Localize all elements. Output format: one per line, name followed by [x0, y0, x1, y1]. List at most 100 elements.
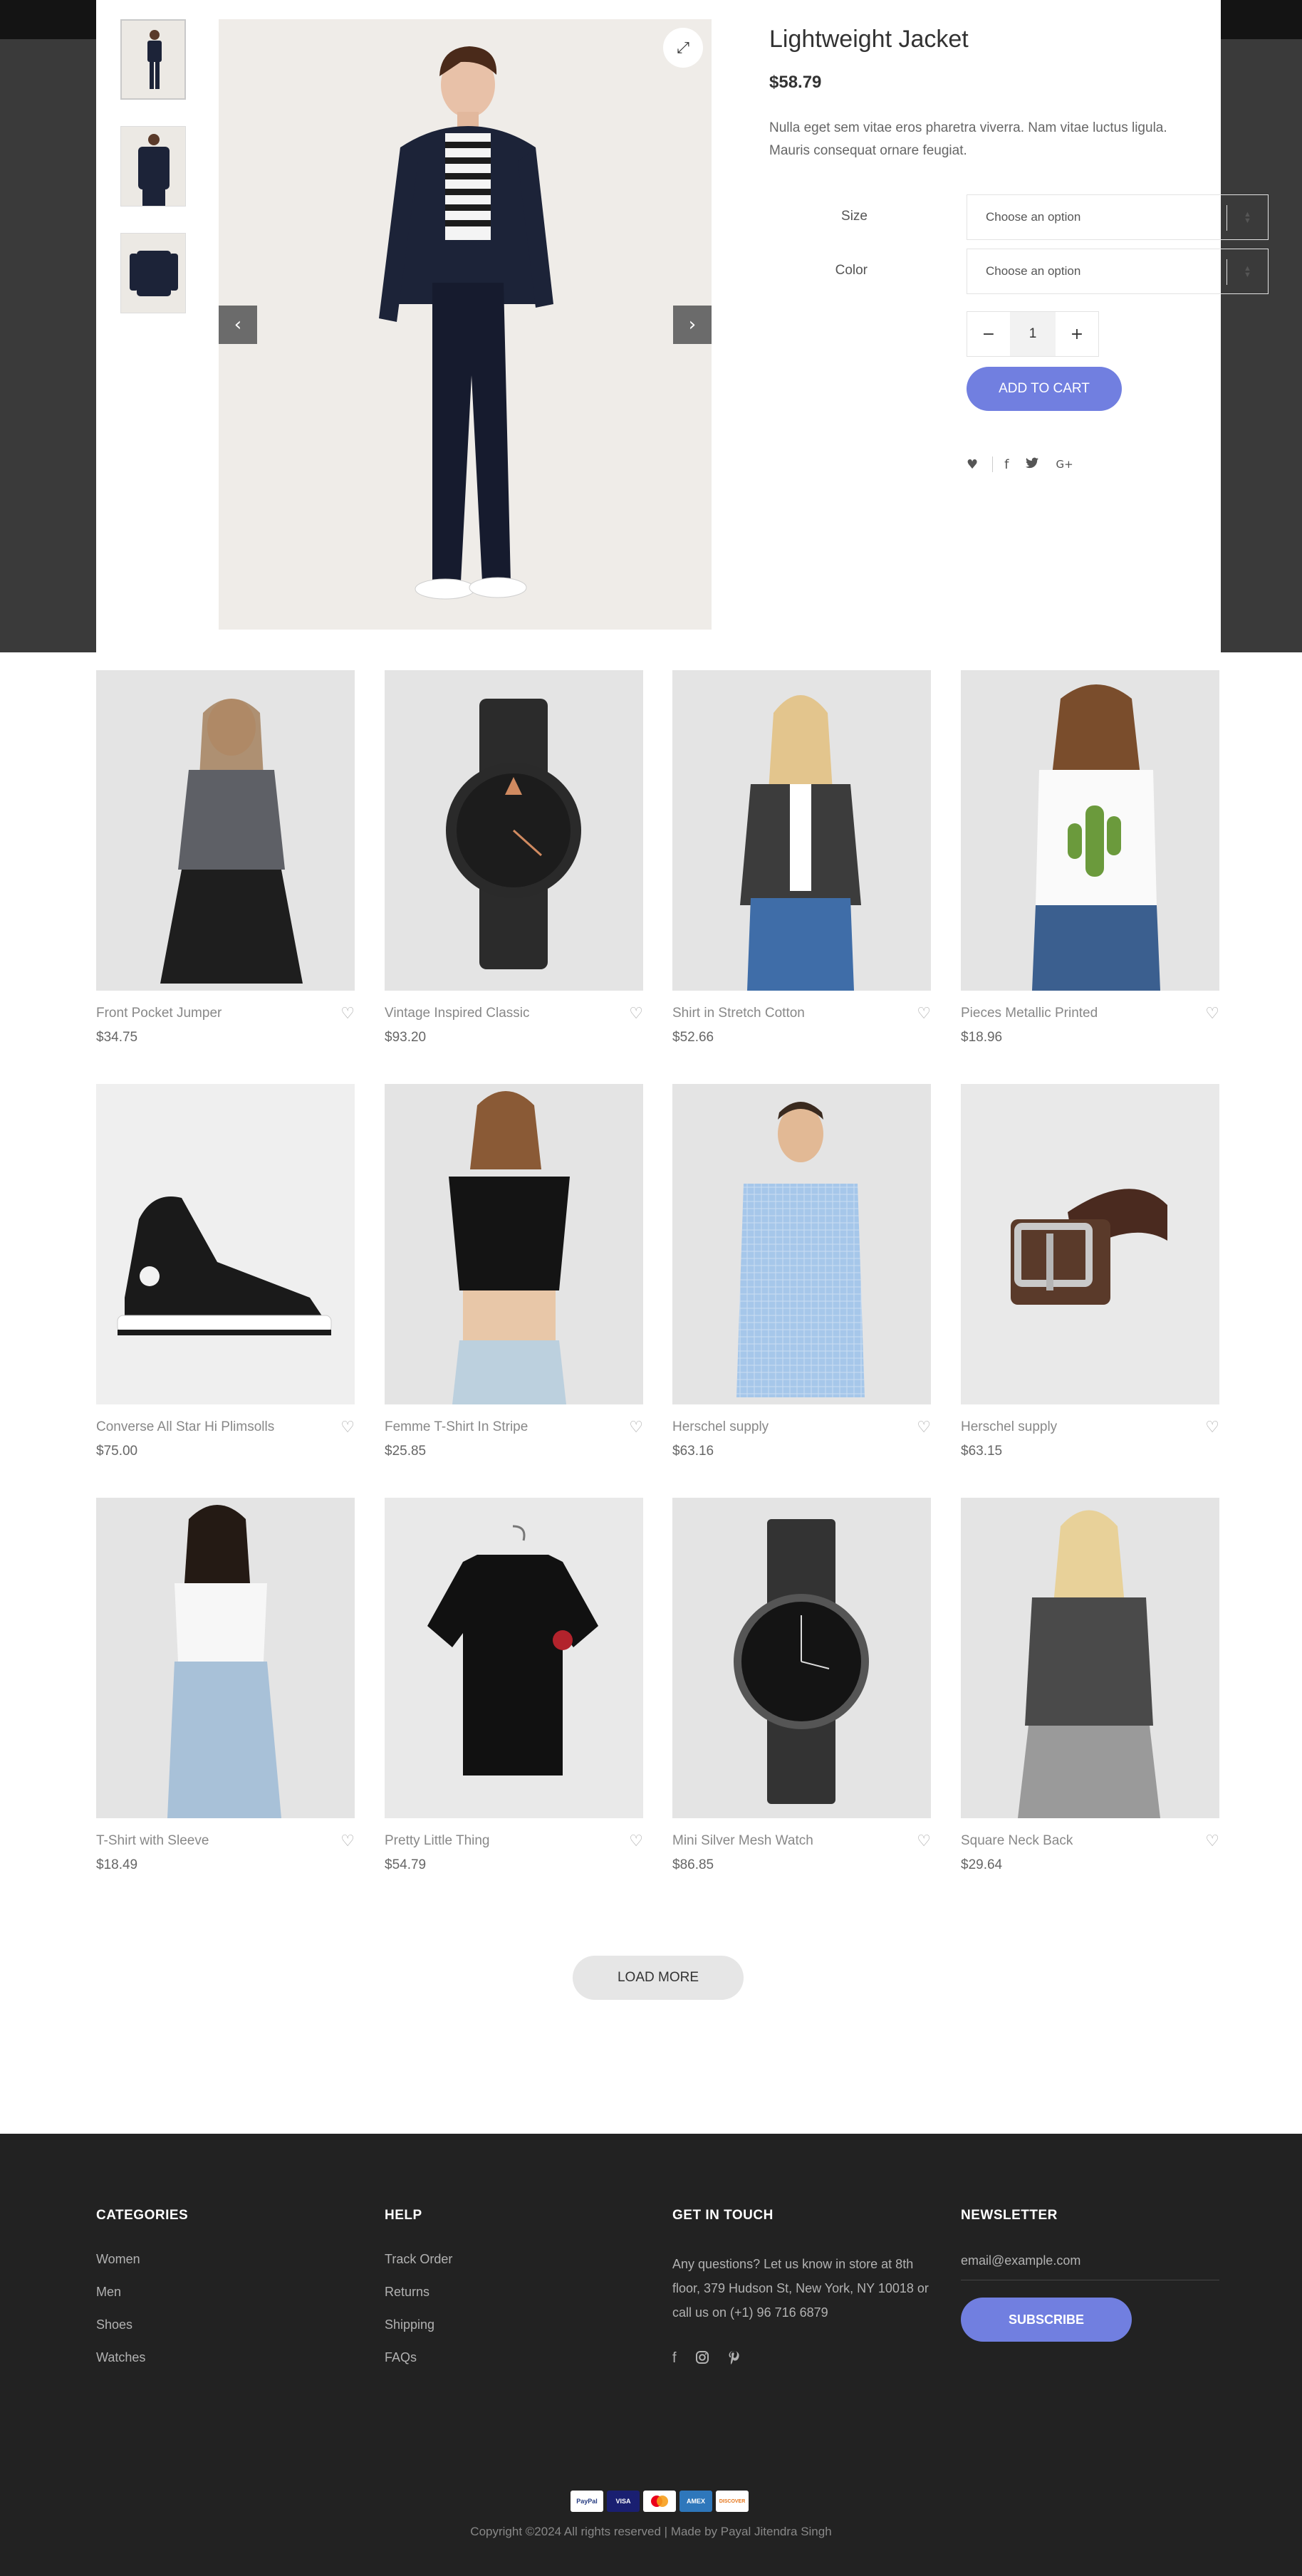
google-plus-icon[interactable]: G+ — [1056, 458, 1073, 471]
product-card[interactable]: Vintage Inspired Classic $93.20 ♡ — [385, 670, 643, 1045]
footer-link-women[interactable]: Women — [96, 2252, 355, 2267]
wishlist-heart-icon[interactable]: ♥ — [967, 457, 978, 472]
product-name[interactable]: Herschel supply — [961, 1419, 1057, 1435]
color-option-row: Color Choose an option ▲ ▼ — [769, 249, 1269, 294]
product-price: $63.15 — [961, 1444, 1003, 1459]
product-name[interactable]: Shirt in Stretch Cotton — [672, 1006, 805, 1021]
discover-icon: DISCOVER — [716, 2491, 749, 2512]
wishlist-heart-icon[interactable]: ♡ — [1205, 1832, 1219, 1850]
footer-link-watches[interactable]: Watches — [96, 2350, 355, 2365]
instagram-icon[interactable] — [695, 2350, 709, 2369]
footer-link-track-order[interactable]: Track Order — [385, 2252, 643, 2267]
product-card[interactable]: Pretty Little Thing $54.79 ♡ — [385, 1498, 643, 1872]
product-main-image: ⤢ ‹ › — [219, 19, 712, 630]
twitter-icon[interactable] — [1026, 457, 1039, 472]
footer-contact: GET IN TOUCH Any questions? Let us know … — [672, 2208, 931, 2369]
thumbnail-3[interactable] — [120, 233, 186, 313]
color-select-value: Choose an option — [986, 264, 1081, 278]
amex-icon: AMEX — [679, 2491, 712, 2512]
product-price: $34.75 — [96, 1030, 138, 1045]
footer-link-faqs[interactable]: FAQs — [385, 2350, 643, 2365]
wishlist-heart-icon[interactable]: ♡ — [1205, 1005, 1219, 1023]
product-image[interactable] — [385, 1498, 643, 1818]
product-image[interactable] — [96, 670, 355, 991]
product-image[interactable] — [96, 1084, 355, 1404]
footer-contact-title: GET IN TOUCH — [672, 2208, 774, 2223]
paypal-icon: PayPal — [571, 2491, 603, 2512]
product-image[interactable] — [385, 670, 643, 991]
quantity-increase-button[interactable]: + — [1056, 312, 1098, 356]
thumbnail-1[interactable] — [120, 19, 186, 100]
pinterest-icon[interactable] — [728, 2350, 739, 2369]
product-name[interactable]: Front Pocket Jumper — [96, 1006, 222, 1021]
footer-contact-text: Any questions? Let us know in store at 8… — [672, 2257, 929, 2320]
product-card[interactable]: Shirt in Stretch Cotton $52.66 ♡ — [672, 670, 931, 1045]
product-card[interactable]: Herschel supply $63.15 ♡ — [961, 1084, 1219, 1459]
product-image[interactable] — [961, 1084, 1219, 1404]
product-name[interactable]: Square Neck Back — [961, 1833, 1073, 1849]
footer-newsletter: NEWSLETTER email@example.com SUBSCRIBE — [961, 2208, 1219, 2342]
product-price: $29.64 — [961, 1857, 1003, 1872]
facebook-icon[interactable]: f — [1004, 457, 1009, 472]
wishlist-heart-icon[interactable]: ♡ — [629, 1005, 643, 1023]
product-image[interactable] — [961, 670, 1219, 991]
wishlist-heart-icon[interactable]: ♡ — [917, 1832, 931, 1850]
wishlist-heart-icon[interactable]: ♡ — [1205, 1419, 1219, 1436]
prev-image-button[interactable]: ‹ — [219, 306, 257, 344]
product-image[interactable] — [961, 1498, 1219, 1818]
select-arrows-icon: ▲ ▼ — [1227, 259, 1268, 285]
product-price: $25.85 — [385, 1444, 427, 1459]
wishlist-heart-icon[interactable]: ♡ — [340, 1419, 355, 1436]
product-name[interactable]: Pretty Little Thing — [385, 1833, 490, 1849]
size-select[interactable]: Choose an option ▲ ▼ — [967, 194, 1269, 240]
product-card[interactable]: Femme T-Shirt In Stripe $25.85 ♡ — [385, 1084, 643, 1459]
footer-categories: CATEGORIES Women Men Shoes Watches — [96, 2208, 355, 2383]
wishlist-heart-icon[interactable]: ♡ — [629, 1419, 643, 1436]
quick-view-modal: ⤢ ‹ › Lightweight Jacket $58.79 Nulla eg… — [96, 0, 1269, 652]
add-to-cart-button[interactable]: ADD TO CART — [967, 367, 1122, 411]
product-name[interactable]: Herschel supply — [672, 1419, 769, 1435]
wishlist-heart-icon[interactable]: ♡ — [340, 1832, 355, 1850]
load-more-button[interactable]: LOAD MORE — [573, 1956, 744, 2000]
product-name[interactable]: Pieces Metallic Printed — [961, 1006, 1098, 1021]
newsletter-email-input[interactable]: email@example.com — [961, 2252, 1219, 2280]
product-image[interactable] — [672, 1498, 931, 1818]
share-row: ♥ f G+ — [967, 457, 1090, 472]
product-name[interactable]: Vintage Inspired Classic — [385, 1006, 529, 1021]
footer-newsletter-title: NEWSLETTER — [961, 2208, 1058, 2223]
product-card[interactable]: Front Pocket Jumper $34.75 ♡ — [96, 670, 355, 1045]
product-card[interactable]: Square Neck Back $29.64 ♡ — [961, 1498, 1219, 1872]
wishlist-heart-icon[interactable]: ♡ — [917, 1419, 931, 1436]
product-image[interactable] — [672, 1084, 931, 1404]
footer-link-men[interactable]: Men — [96, 2285, 355, 2300]
wishlist-heart-icon[interactable]: ♡ — [629, 1832, 643, 1850]
product-name[interactable]: T-Shirt with Sleeve — [96, 1833, 209, 1849]
footer-link-shoes[interactable]: Shoes — [96, 2317, 355, 2332]
subscribe-button[interactable]: SUBSCRIBE — [961, 2298, 1132, 2342]
quantity-decrease-button[interactable]: − — [967, 312, 1010, 356]
wishlist-heart-icon[interactable]: ♡ — [917, 1005, 931, 1023]
product-price: $18.96 — [961, 1030, 1003, 1045]
next-image-button[interactable]: › — [673, 306, 712, 344]
facebook-icon[interactable]: f — [672, 2350, 677, 2369]
product-name[interactable]: Converse All Star Hi Plimsolls — [96, 1419, 274, 1435]
footer-link-shipping[interactable]: Shipping — [385, 2317, 643, 2332]
thumbnail-2[interactable] — [120, 126, 186, 207]
product-name[interactable]: Femme T-Shirt In Stripe — [385, 1419, 528, 1435]
quantity-value[interactable]: 1 — [1010, 312, 1056, 356]
footer-help-title: HELP — [385, 2208, 422, 2223]
product-card[interactable]: Mini Silver Mesh Watch $86.85 ♡ — [672, 1498, 931, 1872]
visa-icon: VISA — [607, 2491, 640, 2512]
footer-link-returns[interactable]: Returns — [385, 2285, 643, 2300]
product-name[interactable]: Mini Silver Mesh Watch — [672, 1833, 813, 1849]
product-image[interactable] — [672, 670, 931, 991]
color-select[interactable]: Choose an option ▲ ▼ — [967, 249, 1269, 294]
wishlist-heart-icon[interactable]: ♡ — [340, 1005, 355, 1023]
product-image[interactable] — [385, 1084, 643, 1404]
product-card[interactable]: Pieces Metallic Printed $18.96 ♡ — [961, 670, 1219, 1045]
product-card[interactable]: Herschel supply $63.16 ♡ — [672, 1084, 931, 1459]
product-card[interactable]: Converse All Star Hi Plimsolls $75.00 ♡ — [96, 1084, 355, 1459]
product-card[interactable]: T-Shirt with Sleeve $18.49 ♡ — [96, 1498, 355, 1872]
expand-icon[interactable]: ⤢ — [663, 28, 703, 68]
product-image[interactable] — [96, 1498, 355, 1818]
